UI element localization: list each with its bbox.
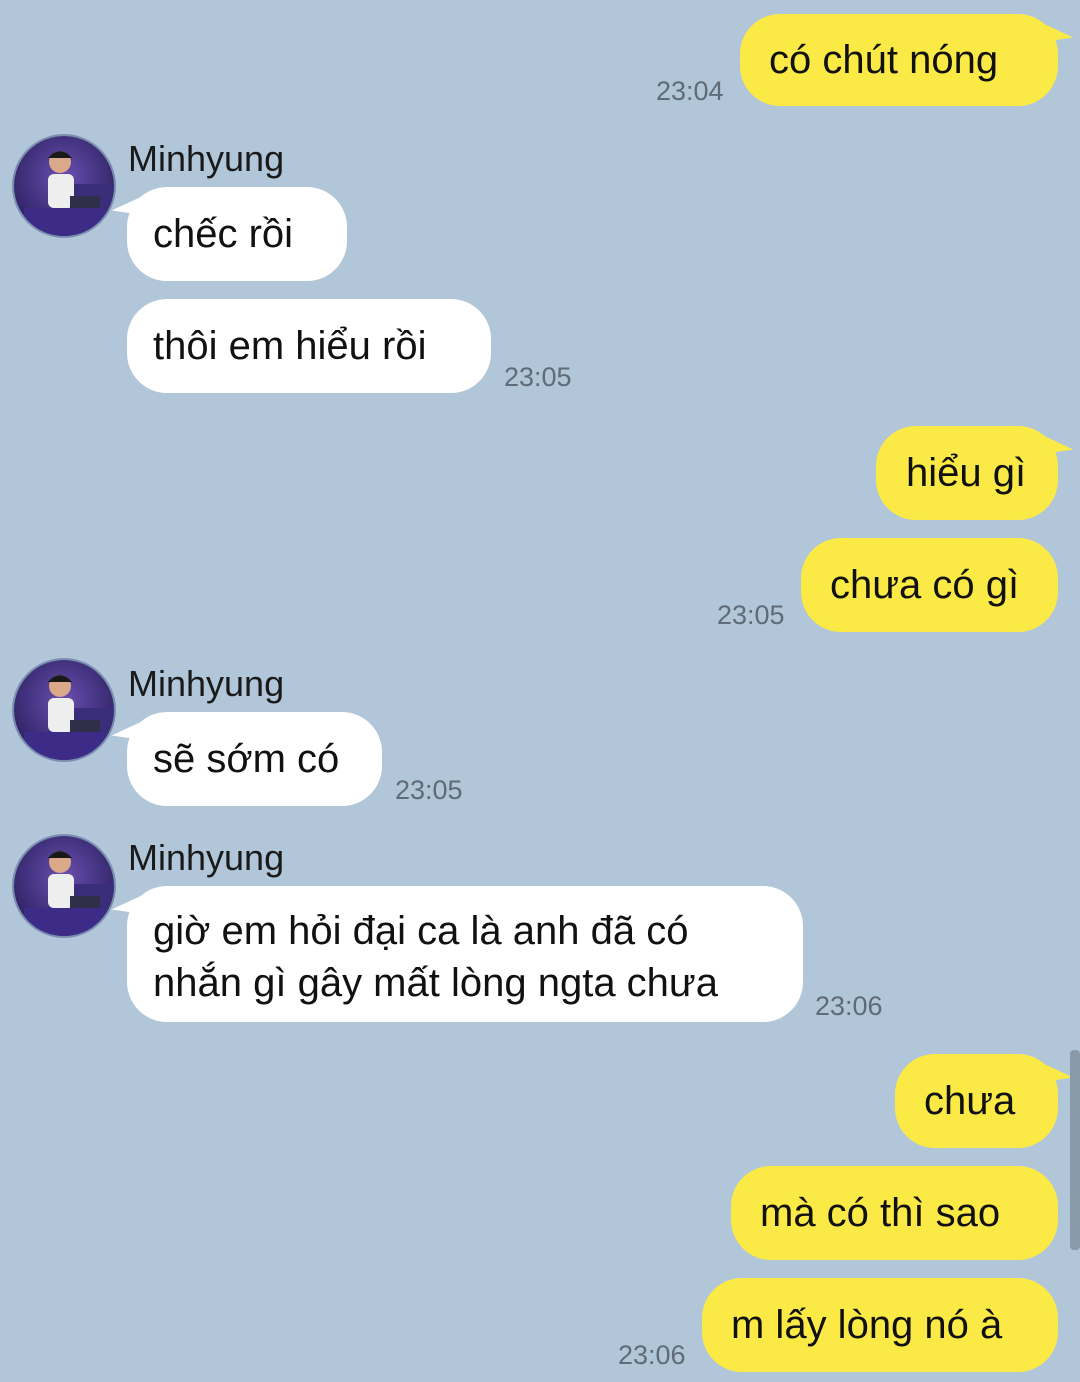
message-text: sẽ sớm có [153,737,340,781]
message-text: m lấy lòng nó à [731,1303,1003,1347]
message-bubble-received[interactable]: giờ em hỏi đại ca là anh đã có nhắn gì g… [127,886,803,1022]
message-text: hiểu gì [906,451,1027,495]
message-bubble-sent[interactable]: chưa [895,1054,1058,1148]
avatar-photo-icon [14,660,114,760]
chat-area: có chút nóng 23:04 Minhyung chếc rồi thô… [0,0,1080,1382]
message-bubble-sent[interactable]: m lấy lòng nó à [702,1278,1058,1372]
message-bubble-received[interactable]: thôi em hiểu rồi [127,299,491,393]
sender-name: Minhyung [128,837,285,878]
avatar-photo-icon [14,136,114,236]
contact-avatar[interactable] [14,836,114,936]
message-text: chưa [924,1079,1016,1123]
message-time: 23:06 [815,991,883,1021]
sender-name: Minhyung [128,663,285,704]
message-time: 23:05 [504,362,572,392]
scrollbar-thumb[interactable] [1070,1050,1080,1250]
contact-avatar[interactable] [14,136,114,236]
message-text: chưa có gì [830,563,1020,607]
message-text: giờ em hỏi đại ca là anh đã có nhắn gì g… [153,909,718,1005]
contact-avatar[interactable] [14,660,114,760]
message-time: 23:05 [717,600,785,630]
message-bubble-sent[interactable]: mà có thì sao [731,1166,1058,1260]
message-text: mà có thì sao [760,1191,1001,1235]
message-time: 23:06 [618,1340,686,1370]
message-bubble-sent[interactable]: chưa có gì [801,538,1058,632]
message-text: chếc rồi [153,212,294,256]
message-bubble-received[interactable]: sẽ sớm có [127,712,382,806]
message-bubble-sent[interactable]: hiểu gì [876,426,1058,520]
message-text: thôi em hiểu rồi [153,324,427,368]
avatar-photo-icon [14,836,114,936]
message-text: có chút nóng [769,38,999,82]
message-bubble-received[interactable]: chếc rồi [127,187,347,281]
message-time: 23:04 [656,76,724,106]
sender-name: Minhyung [128,138,285,179]
message-time: 23:05 [395,775,463,805]
message-bubble-sent[interactable]: có chút nóng [740,14,1058,106]
